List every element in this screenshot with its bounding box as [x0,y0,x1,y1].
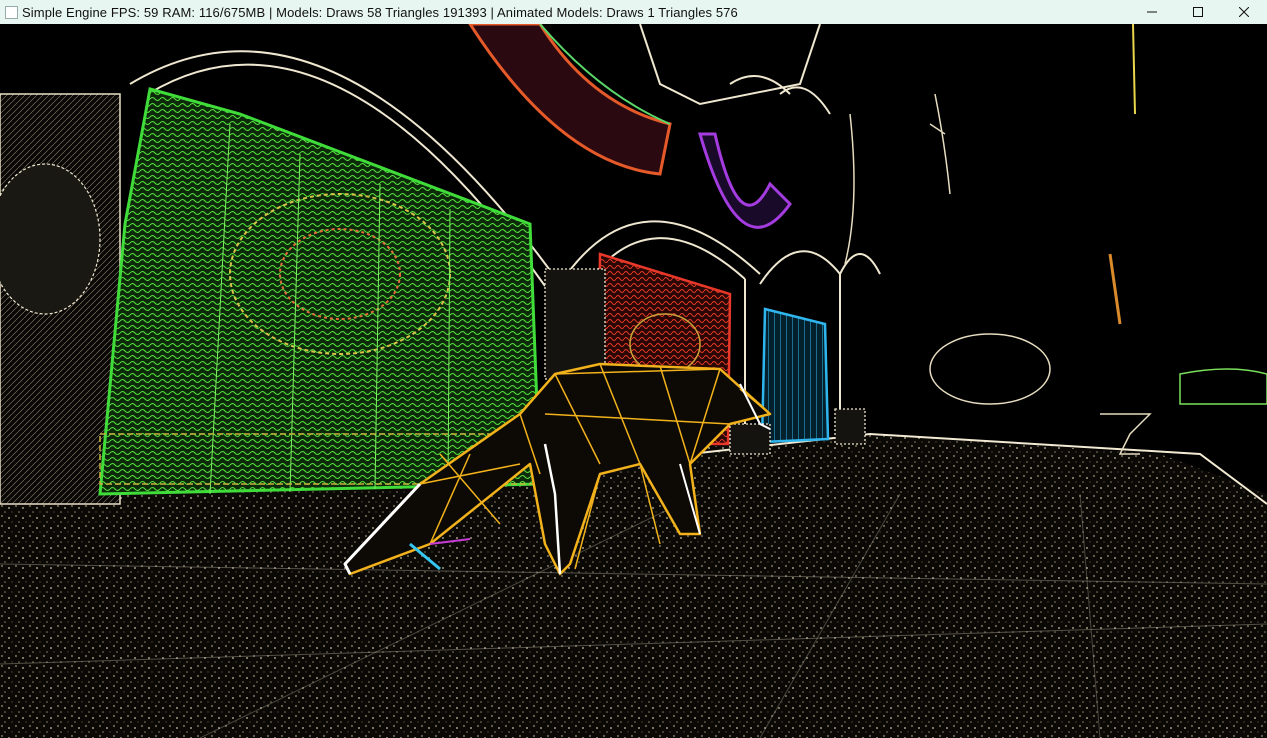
hanging-banners [468,24,792,229]
background-sculptures [844,24,1267,455]
render-viewport[interactable] [0,24,1267,738]
close-button[interactable] [1221,0,1267,24]
blue-curtain [760,307,830,444]
scene-canvas [0,24,1267,738]
minimize-button[interactable] [1129,0,1175,24]
green-curtain [98,87,542,496]
app-window: Simple Engine FPS: 59 RAM: 116/675MB | M… [0,0,1267,738]
window-controls [1129,0,1267,24]
left-pillar [0,93,121,505]
title-bar[interactable]: Simple Engine FPS: 59 RAM: 116/675MB | M… [0,0,1267,24]
maximize-icon [1193,7,1203,17]
close-icon [1239,7,1249,17]
minimize-icon [1147,11,1157,13]
app-icon [5,5,18,19]
maximize-button[interactable] [1175,0,1221,24]
window-title: Simple Engine FPS: 59 RAM: 116/675MB | M… [22,4,738,20]
